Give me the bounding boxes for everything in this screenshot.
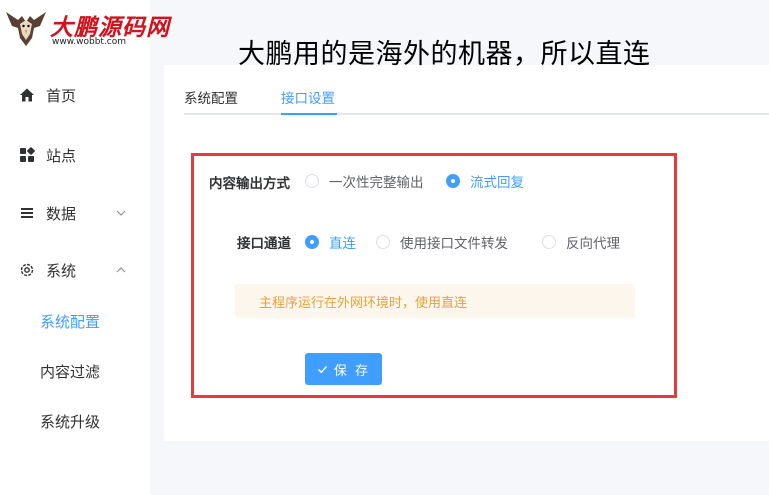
sidebar-subitem-content-filter[interactable]: 内容过滤 [0, 353, 150, 389]
radio-circle [305, 235, 319, 249]
sidebar-item-system[interactable]: 系统 [0, 250, 150, 290]
output-mode-label: 内容输出方式 [209, 176, 290, 192]
tab-active-indicator [281, 113, 337, 115]
chevron-up-icon [116, 267, 126, 273]
radio-stream-reply[interactable]: 流式回复 [446, 171, 524, 191]
sidebar-subitem-system-upgrade[interactable]: 系统升级 [0, 403, 150, 439]
list-icon [18, 204, 36, 222]
sidebar-subitem-system-config[interactable]: 系统配置 [0, 303, 150, 339]
radio-label: 使用接口文件转发 [400, 236, 508, 252]
sidebar-item-label: 站点 [46, 146, 77, 165]
radio-circle [542, 235, 556, 249]
overlay-annotation-heading: 大鹏用的是海外的机器，所以直连 [238, 39, 651, 70]
sidebar-subitem-label: 系统配置 [40, 312, 101, 331]
home-icon [18, 86, 36, 104]
radio-full-output[interactable]: 一次性完整输出 [305, 171, 424, 191]
radio-label: 流式回复 [470, 175, 524, 191]
warning-alert: 主程序运行在外网环境时，使用直连 [235, 284, 635, 318]
radio-label: 反向代理 [566, 236, 620, 252]
sidebar-item-label: 数据 [46, 204, 77, 223]
save-button[interactable]: 保 存 [305, 353, 382, 385]
sidebar-subitem-label: 内容过滤 [40, 362, 101, 381]
settings-card: 系统配置 接口设置 内容输出方式 一次性完整输出 流式回复 接口通道 直连 使用… [164, 65, 769, 441]
radio-reverse-proxy[interactable]: 反向代理 [542, 232, 620, 252]
tab-api-settings[interactable]: 接口设置 [281, 87, 335, 107]
check-icon [317, 365, 327, 373]
radio-label: 直连 [329, 236, 356, 252]
sidebar-item-label: 首页 [46, 86, 77, 105]
logo[interactable]: 大鹏源码网 www.wobbt.com [4, 4, 174, 52]
radio-circle [376, 235, 390, 249]
radio-circle [305, 174, 319, 188]
chevron-down-icon [116, 210, 126, 216]
sidebar-item-sites[interactable]: 站点 [0, 135, 150, 175]
tab-bar: 系统配置 接口设置 [184, 65, 769, 115]
logo-url: www.wobbt.com [52, 37, 127, 47]
sidebar-item-home[interactable]: 首页 [0, 75, 150, 115]
channel-label: 接口通道 [237, 236, 291, 252]
sidebar-item-label: 系统 [46, 261, 77, 280]
radio-direct[interactable]: 直连 [305, 232, 356, 252]
radio-circle [446, 174, 460, 188]
sidebar: 大鹏源码网 www.wobbt.com 首页 站点 数据 系统 系统配置 内容过… [0, 0, 169, 495]
tab-system-config[interactable]: 系统配置 [184, 87, 238, 107]
save-button-label: 保 存 [333, 363, 371, 379]
sidebar-subitem-label: 系统升级 [40, 412, 101, 431]
gear-icon [18, 261, 36, 279]
radio-label: 一次性完整输出 [329, 175, 424, 191]
grid-icon [18, 146, 36, 164]
sidebar-item-data[interactable]: 数据 [0, 193, 150, 233]
eagle-logo-icon [6, 12, 46, 46]
radio-file-forward[interactable]: 使用接口文件转发 [376, 232, 508, 252]
